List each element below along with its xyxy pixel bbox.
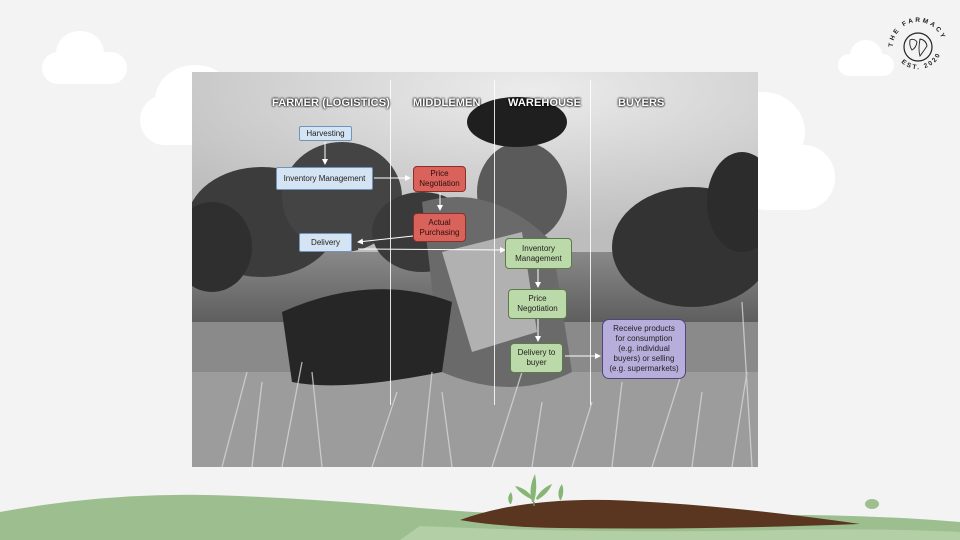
globe-icon <box>903 32 933 62</box>
landscape-footer <box>0 474 960 540</box>
divider-warehouse-buyers <box>590 80 591 405</box>
sprout-icon <box>508 474 564 504</box>
warehouse-inventory-box: Inventory Management <box>505 238 572 269</box>
soil-mound <box>460 499 860 529</box>
harvesting-box: Harvesting <box>299 126 352 141</box>
middlemen-price-box: Price Negotiation <box>413 166 466 192</box>
cloud-left-puff <box>56 31 104 75</box>
divider-middlemen-warehouse <box>494 80 495 405</box>
header-warehouse: WAREHOUSE <box>508 97 582 109</box>
pebble <box>865 499 879 509</box>
farmer-inventory-box: Inventory Management <box>276 167 373 190</box>
farmer-photo <box>192 72 758 467</box>
buyers-receive-box: Receive products for consumption (e.g. i… <box>602 319 686 379</box>
farmacy-logo: THE FARMACY EST. 2020 <box>888 17 947 71</box>
cloud-right-puff <box>850 40 882 70</box>
middlemen-purchasing-box: Actual Purchasing <box>413 213 466 242</box>
svg-text:THE FARMACY: THE FARMACY <box>888 17 947 47</box>
farmer-delivery-box: Delivery <box>299 233 352 252</box>
photo-scene <box>192 72 758 467</box>
logo-top-text: THE FARMACY <box>888 17 945 47</box>
header-buyers: BUYERS <box>618 97 665 109</box>
header-middlemen: MIDDLEMEN <box>413 97 481 109</box>
warehouse-price-box: Price Negotiation <box>508 289 567 319</box>
header-farmer: FARMER (LOGISTICS) <box>272 97 390 109</box>
divider-farmer-middlemen <box>390 80 391 405</box>
warehouse-delivery-box: Delivery to buyer <box>510 343 563 373</box>
